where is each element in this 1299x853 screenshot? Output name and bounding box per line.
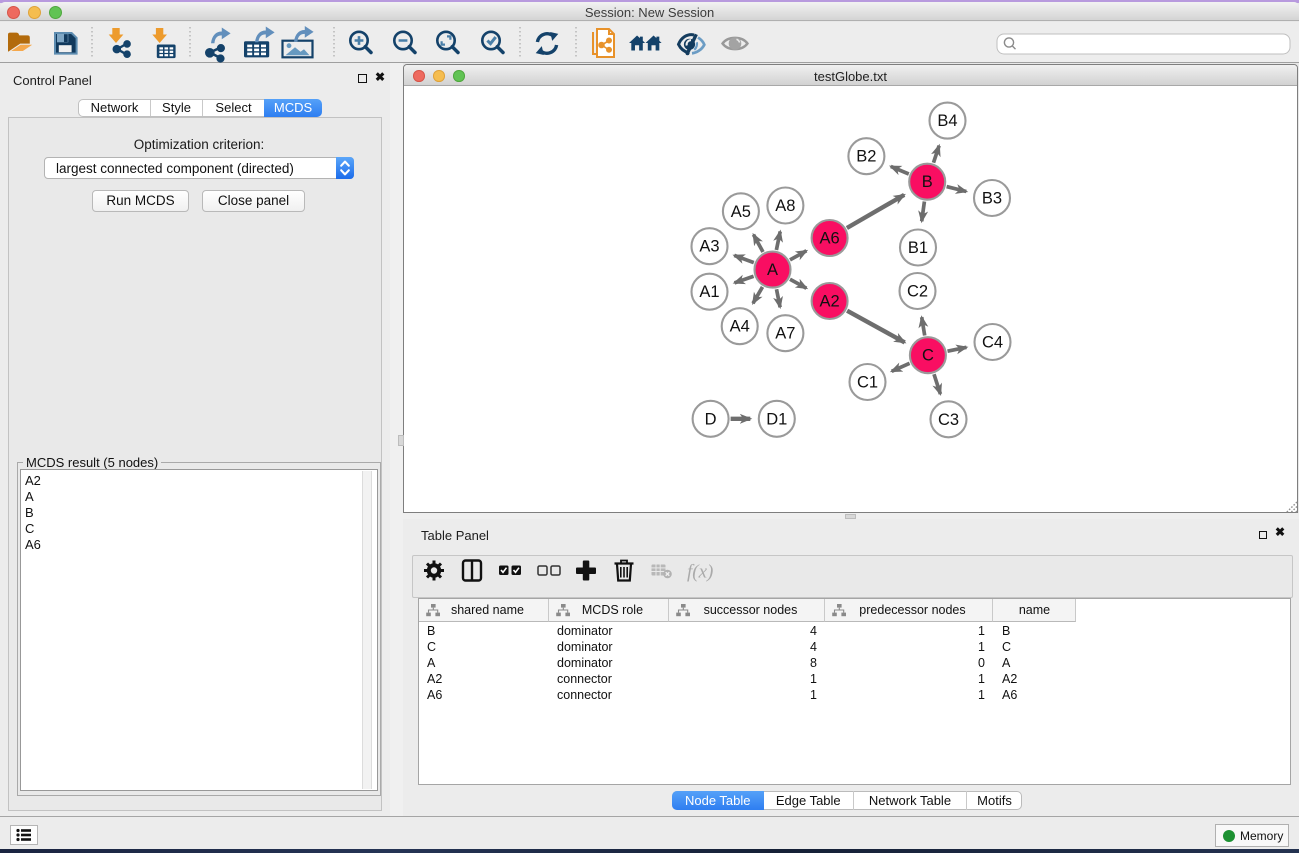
svg-text:C3: C3 [938,411,959,429]
svg-text:A: A [767,261,778,279]
svg-text:A1: A1 [699,283,719,301]
svg-text:C4: C4 [982,334,1003,352]
svg-text:D1: D1 [766,410,787,428]
svg-text:B2: B2 [856,148,876,166]
svg-text:A5: A5 [731,203,751,221]
svg-text:D: D [705,410,717,428]
svg-text:C2: C2 [907,283,928,301]
svg-text:A2: A2 [820,293,840,311]
svg-text:B4: B4 [937,112,957,130]
svg-text:A3: A3 [699,238,719,256]
svg-text:C: C [922,347,934,365]
svg-text:A7: A7 [775,325,795,343]
svg-text:C1: C1 [857,374,878,392]
svg-text:B3: B3 [982,190,1002,208]
svg-text:f(x): f(x) [687,562,713,583]
svg-text:A8: A8 [775,197,795,215]
svg-text:A4: A4 [730,318,750,336]
svg-text:B1: B1 [908,239,928,257]
svg-text:B: B [922,173,933,191]
svg-text:A6: A6 [820,230,840,248]
